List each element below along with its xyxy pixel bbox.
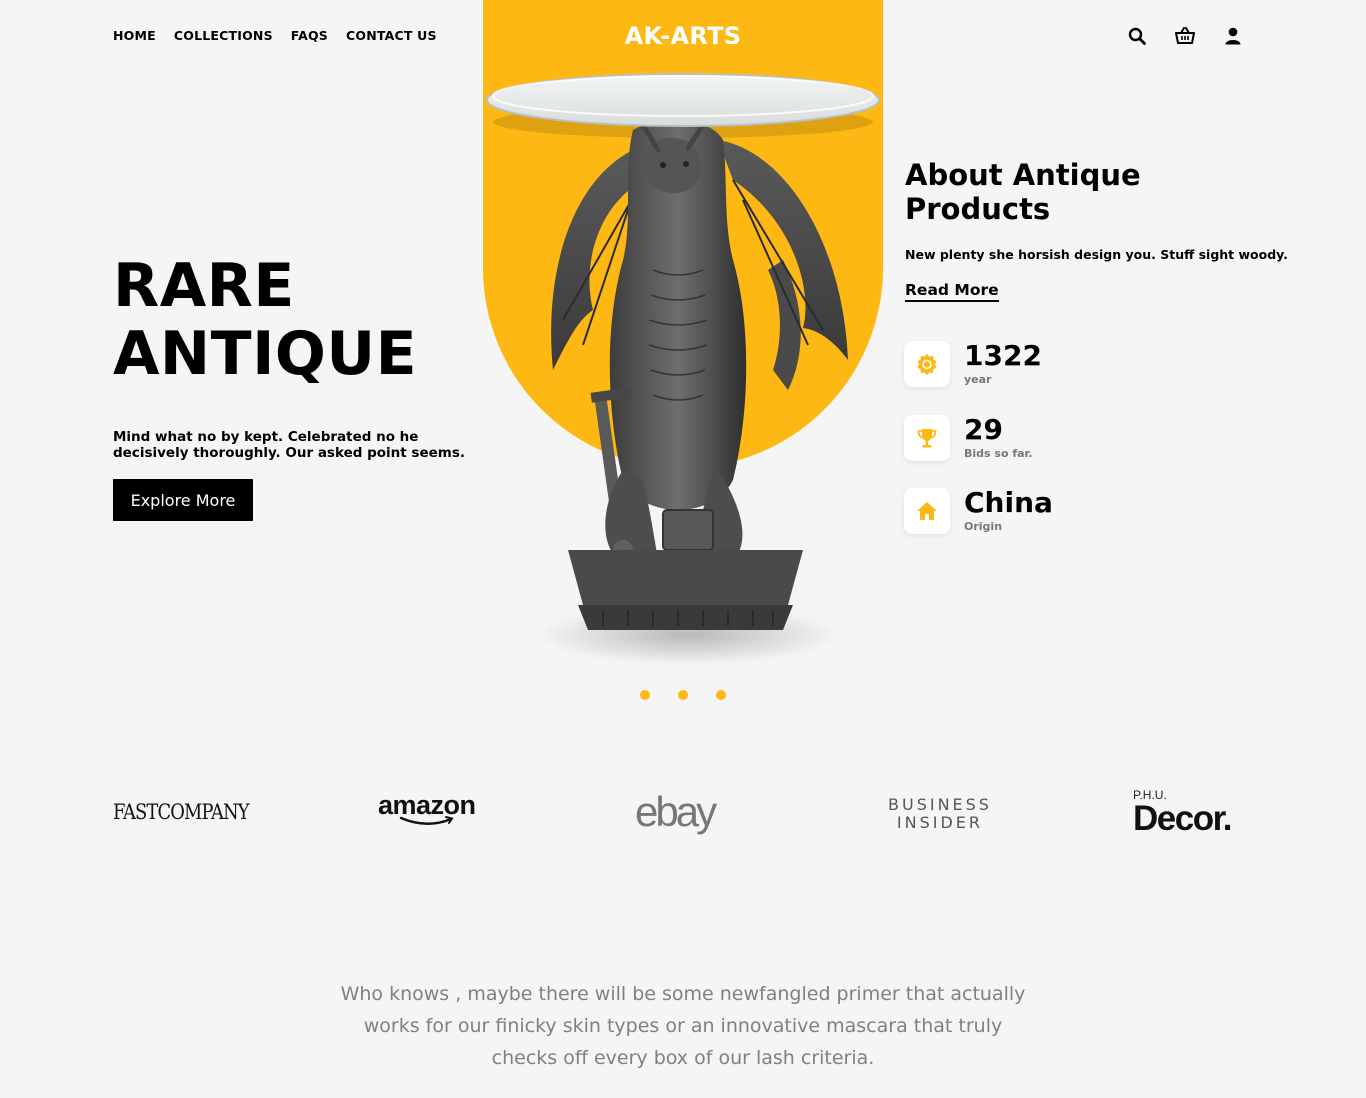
hero-title: RARE ANTIQUE bbox=[113, 252, 417, 388]
user-icon[interactable] bbox=[1222, 24, 1244, 48]
nav-home-link[interactable]: HOME bbox=[113, 28, 156, 43]
nav-collections-link[interactable]: COLLECTIONS bbox=[174, 28, 273, 43]
nav-actions bbox=[1126, 24, 1244, 48]
carousel-dots bbox=[640, 690, 726, 700]
stat-origin-value: China bbox=[964, 486, 1053, 519]
hero-title-line-2: ANTIQUE bbox=[113, 319, 418, 389]
decor-logo: P.H.U. Decor. bbox=[1133, 788, 1233, 838]
amazon-logo: amazon bbox=[378, 790, 476, 827]
nav-faqs-link[interactable]: FAQS bbox=[291, 28, 328, 43]
landing-page: HOME COLLECTIONS FAQS CONTACT US AK-ARTS bbox=[0, 0, 1366, 1098]
amazon-smile-icon bbox=[399, 816, 454, 825]
about-description: New plenty she horsish design you. Stuff… bbox=[905, 247, 1288, 262]
dragon-table-image bbox=[486, 73, 880, 665]
stat-bids: 29 Bids so far. bbox=[904, 415, 1033, 461]
trophy-icon bbox=[904, 415, 950, 461]
home-icon bbox=[904, 488, 950, 534]
carousel-dot-1[interactable] bbox=[640, 690, 650, 700]
about-title: About Antique Products bbox=[905, 158, 1141, 226]
search-icon[interactable] bbox=[1126, 24, 1148, 48]
hero-description: Mind what no by kept. Celebrated no he d… bbox=[113, 429, 466, 461]
business-insider-logo: BUSINESS INSIDER bbox=[888, 796, 992, 832]
stat-bids-label: Bids so far. bbox=[964, 447, 1033, 460]
stat-origin-label: Origin bbox=[964, 520, 1003, 533]
stat-bids-value: 29 bbox=[964, 413, 1003, 446]
main-nav: HOME COLLECTIONS FAQS CONTACT US bbox=[113, 28, 437, 43]
badge-icon bbox=[904, 341, 950, 387]
quote-text: Who knows , maybe there will be some new… bbox=[340, 983, 1026, 1069]
ebay-logo: ebay bbox=[635, 788, 717, 835]
read-more-link[interactable]: Read More bbox=[905, 281, 999, 302]
fast-company-logo: FASTCOMPANY bbox=[113, 800, 250, 824]
business-insider-line-2: INSIDER bbox=[896, 813, 984, 832]
business-insider-line-1: BUSINESS bbox=[888, 795, 992, 814]
explore-more-button[interactable]: Explore More bbox=[113, 479, 253, 521]
stat-year: 1322 year bbox=[904, 341, 1042, 387]
stat-origin: China Origin bbox=[904, 488, 1053, 534]
stat-year-value: 1322 bbox=[964, 339, 1042, 372]
brand-logo[interactable]: AK-ARTS bbox=[483, 22, 883, 50]
carousel-dot-2[interactable] bbox=[678, 690, 688, 700]
partner-logos: FASTCOMPANY amazon ebay BUSINESS INSIDER… bbox=[0, 780, 1366, 850]
hero-title-line-1: RARE bbox=[113, 251, 295, 321]
decor-logo-text: Decor. bbox=[1133, 799, 1233, 838]
nav-contact-link[interactable]: CONTACT US bbox=[346, 28, 437, 43]
carousel-dot-3[interactable] bbox=[716, 690, 726, 700]
basket-icon[interactable] bbox=[1174, 24, 1196, 48]
stat-year-label: year bbox=[964, 373, 992, 386]
